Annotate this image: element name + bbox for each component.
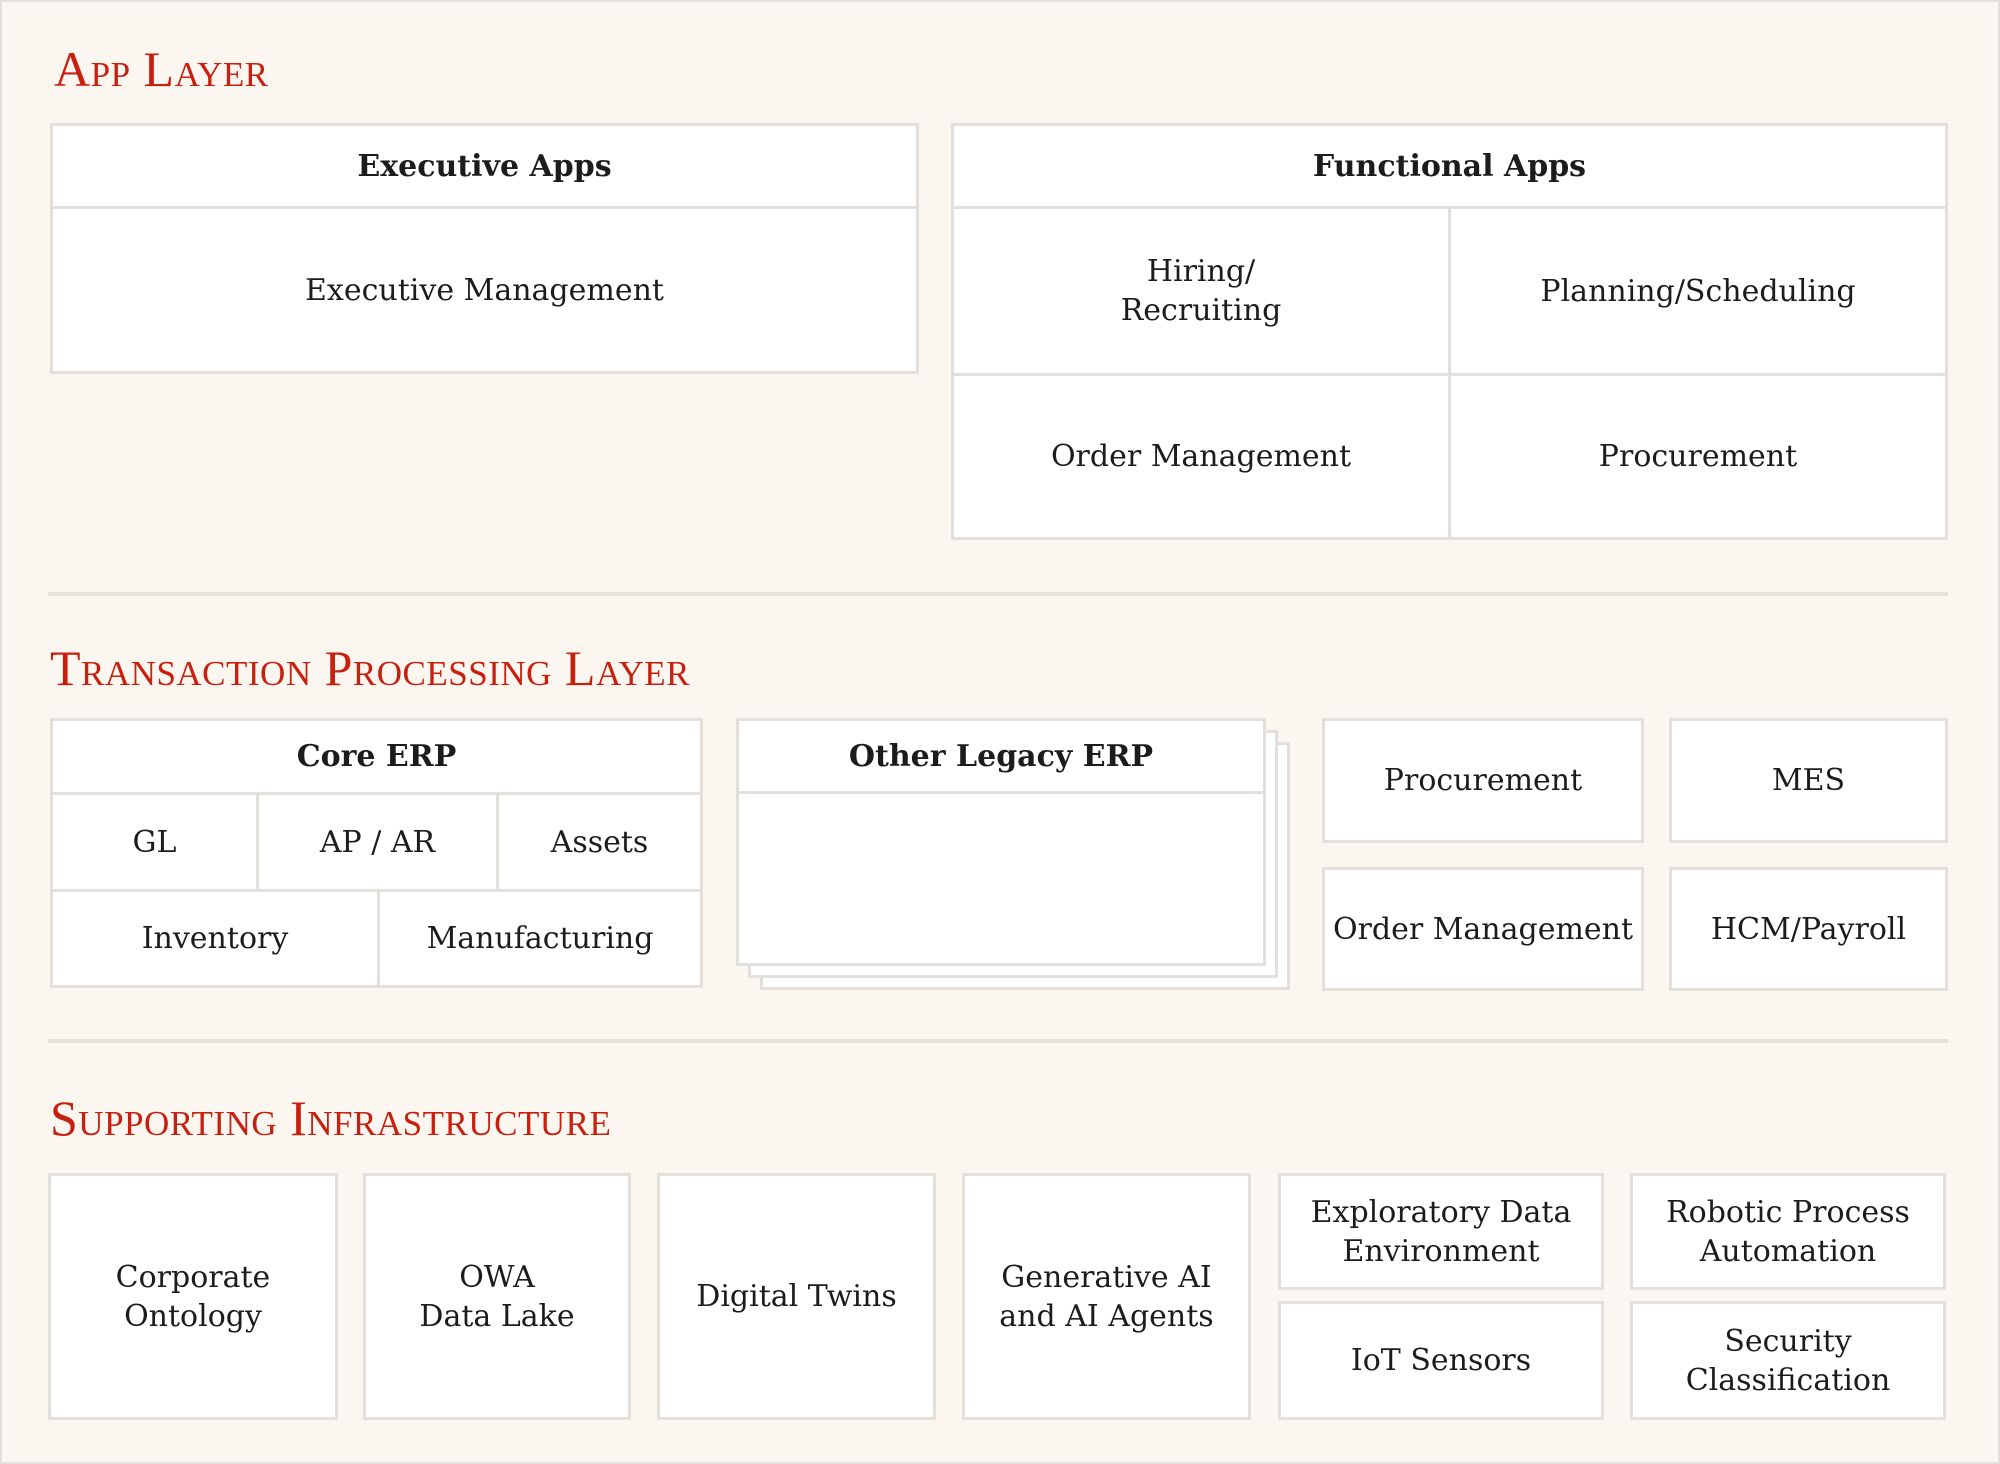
robotic-process-automation-label: Robotic Process Automation: [1666, 1194, 1910, 1269]
security-classification-box: Security Classification: [1630, 1301, 1946, 1420]
hcm-payroll-label: HCM/Payroll: [1710, 911, 1907, 947]
owa-data-lake-label: OWA Data Lake: [419, 1259, 575, 1334]
app-layer-heading: App Layer: [54, 41, 269, 97]
procurement-system-label: Procurement: [1383, 763, 1583, 798]
functional-apps-box: Functional Apps Hiring/ Recruiting Plann…: [951, 123, 1948, 540]
exploratory-data-label: Exploratory Data Environment: [1310, 1194, 1572, 1269]
iot-sensors-box: IoT Sensors: [1278, 1301, 1604, 1420]
manufacturing-cell: Manufacturing: [426, 921, 654, 956]
corporate-ontology-label: Corporate Ontology: [115, 1259, 271, 1334]
section-separator: [48, 592, 1948, 596]
divider: [739, 791, 1263, 794]
generative-ai-label: Generative AI and AI Agents: [999, 1259, 1214, 1334]
mes-box: MES: [1669, 718, 1948, 843]
generative-ai-box: Generative AI and AI Agents: [962, 1173, 1251, 1420]
transaction-layer-heading: Transaction Processing Layer: [50, 640, 691, 696]
corporate-ontology-box: Corporate Ontology: [48, 1173, 338, 1420]
hcm-payroll-box: HCM/Payroll: [1669, 867, 1948, 991]
section-separator: [48, 1039, 1948, 1043]
procurement-cell: Procurement: [1598, 439, 1798, 474]
executive-apps-title: Executive Apps: [357, 148, 612, 184]
exploratory-data-box: Exploratory Data Environment: [1278, 1173, 1604, 1290]
planning-scheduling-cell: Planning/Scheduling: [1540, 273, 1856, 309]
procurement-system-box: Procurement: [1322, 718, 1644, 843]
hiring-recruiting-cell: Hiring/ Recruiting: [1120, 254, 1282, 328]
iot-sensors-label: IoT Sensors: [1350, 1343, 1532, 1378]
digital-twins-box: Digital Twins: [657, 1173, 936, 1420]
order-management-system-box: Order Management: [1322, 867, 1644, 991]
functional-apps-title: Functional Apps: [1312, 148, 1587, 184]
executive-apps-box: Executive Apps Executive Management: [50, 123, 919, 374]
core-erp-title: Core ERP: [296, 739, 457, 774]
inventory-cell: Inventory: [141, 921, 289, 956]
digital-twins-label: Digital Twins: [696, 1279, 897, 1314]
robotic-process-automation-box: Robotic Process Automation: [1630, 1173, 1946, 1290]
order-management-cell: Order Management: [1050, 439, 1352, 474]
owa-data-lake-box: OWA Data Lake: [363, 1173, 631, 1420]
executive-management-cell: Executive Management: [305, 272, 664, 308]
legacy-erp-box: Other Legacy ERP: [736, 718, 1266, 966]
security-classification-label: Security Classification: [1685, 1323, 1891, 1398]
order-management-system-label: Order Management: [1332, 911, 1634, 947]
ap-ar-cell: AP / AR: [319, 824, 436, 860]
assets-cell: Assets: [550, 824, 649, 860]
core-erp-box: Core ERP GL AP / AR Assets Inventory Man…: [50, 718, 703, 988]
gl-cell: GL: [132, 824, 177, 860]
mes-label: MES: [1771, 763, 1846, 798]
legacy-erp-title: Other Legacy ERP: [848, 738, 1154, 774]
infrastructure-heading: Supporting Infrastructure: [50, 1090, 612, 1146]
